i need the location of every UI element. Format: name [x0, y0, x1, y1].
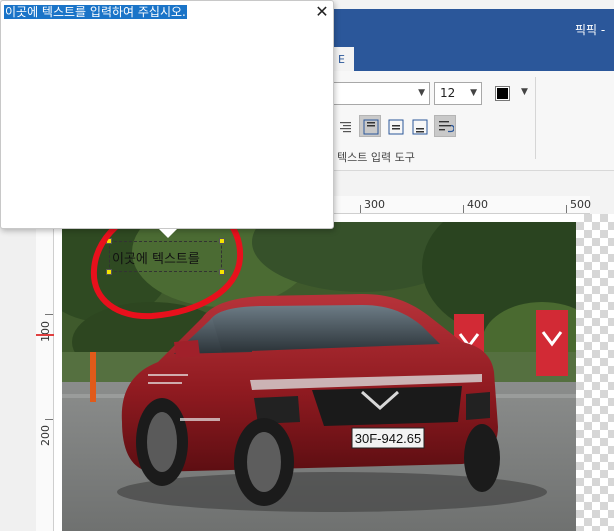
popup-pointer — [159, 229, 177, 238]
font-size-select[interactable]: 12 ▼ — [434, 82, 482, 105]
chevron-down-icon: ▼ — [470, 88, 477, 98]
text-color-button[interactable]: ▼ — [489, 82, 529, 105]
align-top-button[interactable] — [359, 115, 381, 137]
chevron-down-icon: ▼ — [418, 88, 425, 98]
tab-active-label: E — [338, 53, 345, 66]
image-canvas[interactable]: 30F-942.65 이곳에 텍스트를 — [54, 214, 614, 531]
vertical-ruler: 100 200 — [36, 214, 54, 531]
license-plate-text: 30F-942.65 — [355, 431, 422, 446]
text-object-content: 이곳에 텍스트를 — [112, 252, 200, 267]
ruler-tick — [45, 314, 53, 315]
ruler-label-200: 200 — [39, 425, 52, 446]
transparent-background — [576, 214, 614, 531]
text-tools-group-label: 텍스트 입력 도구 — [337, 151, 415, 164]
ruler-tick — [463, 205, 464, 213]
ruler-tick — [566, 205, 567, 213]
ruler-tick — [360, 205, 361, 213]
font-family-select[interactable]: ▼ — [328, 82, 430, 105]
align-top-icon — [363, 119, 379, 135]
left-panel — [0, 214, 36, 531]
font-size-value: 12 — [440, 86, 456, 100]
ruler-label-500: 500 — [570, 198, 591, 211]
chevron-down-icon: ▼ — [521, 87, 528, 97]
align-middle-button[interactable] — [384, 115, 406, 137]
resize-handle[interactable] — [219, 269, 225, 275]
align-bottom-button[interactable] — [408, 115, 430, 137]
ribbon-separator — [535, 77, 536, 159]
align-middle-icon — [388, 119, 404, 135]
resize-handle[interactable] — [219, 238, 225, 244]
ruler-label-300: 300 — [364, 198, 385, 211]
text-color-swatch — [495, 86, 510, 101]
window-title: 픽픽 - — [575, 23, 606, 37]
ruler-tick — [45, 419, 53, 420]
text-input-popup: 이곳에 텍스트를 입력하여 주십시오. ✕ — [0, 0, 334, 238]
selected-text: 이곳에 텍스트를 입력하여 주십시오. — [4, 5, 187, 19]
ruler-cursor-marker — [36, 334, 54, 336]
resize-handle[interactable] — [106, 238, 112, 244]
ruler-label-400: 400 — [467, 198, 488, 211]
text-object[interactable]: 이곳에 텍스트를 — [106, 238, 225, 275]
align-right-button[interactable] — [332, 115, 354, 137]
text-wrap-icon — [439, 121, 454, 133]
align-bottom-icon — [412, 119, 428, 135]
resize-handle[interactable] — [106, 269, 112, 275]
close-icon[interactable]: ✕ — [314, 4, 330, 20]
auto-wrap-button[interactable] — [434, 115, 456, 137]
text-input-area[interactable]: 이곳에 텍스트를 입력하여 주십시오. — [4, 4, 310, 220]
ruler-label-100: 100 — [39, 321, 52, 342]
align-right-icon — [340, 122, 351, 133]
